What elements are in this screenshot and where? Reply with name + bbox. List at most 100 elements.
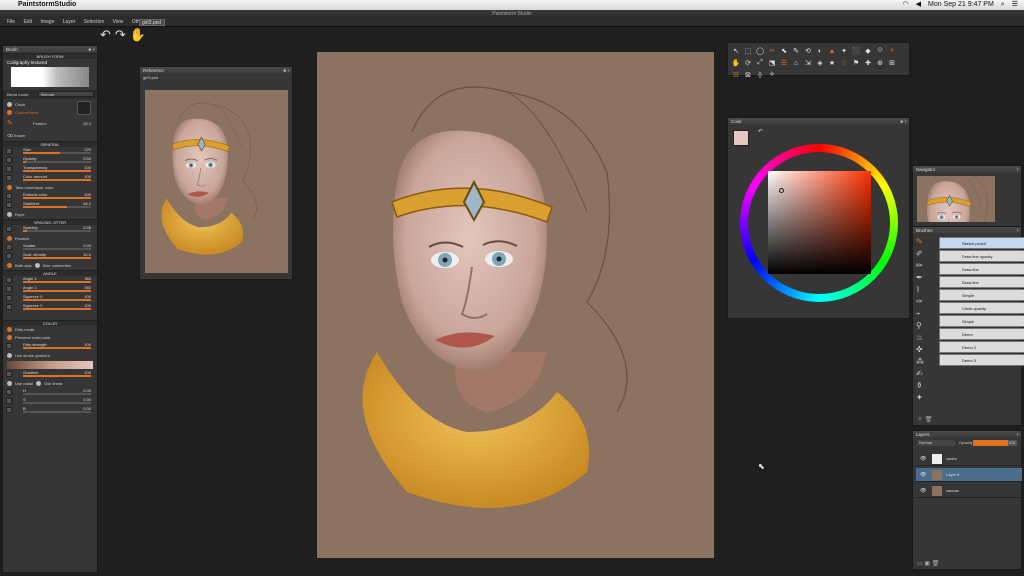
tool-icon-30[interactable]: ⟠ (755, 70, 765, 80)
color-picker-handle[interactable] (779, 188, 784, 193)
menu-edit[interactable]: Edit (23, 19, 32, 25)
spacing-slider-slider[interactable] (23, 230, 91, 232)
tool-icon-14[interactable]: ✋ (731, 58, 741, 68)
angle-slider-1-slider[interactable] (23, 290, 91, 292)
layer-row-1[interactable]: 👁 Layer 6 (916, 468, 1022, 482)
general-slider-2-checkbox[interactable] (6, 166, 12, 172)
swap-icon[interactable]: ↶ (758, 128, 763, 135)
both-axis-radio[interactable] (7, 263, 12, 269)
eye-icon[interactable]: 👁 (920, 484, 926, 498)
gradient-strip[interactable] (7, 361, 93, 369)
eraser-row[interactable]: ⌫ Eraser (3, 131, 97, 141)
eye-icon[interactable]: 👁 (920, 452, 926, 466)
spacing-slider[interactable]: Spacing 0.06 (3, 225, 97, 234)
angle-slider-3[interactable]: Squeeze Y 100 (3, 303, 97, 312)
wifi-icon[interactable]: ◠ (903, 0, 909, 10)
dirty-mode-radio[interactable] (7, 327, 12, 333)
mac-app-name[interactable]: PaintstormStudio (18, 0, 76, 10)
delete-brush-icon[interactable]: 🗑 (925, 417, 933, 423)
layers-close-icon[interactable]: × (1016, 431, 1019, 438)
fixation-radio[interactable] (7, 236, 12, 242)
tool-icon-22[interactable]: ★ (827, 58, 837, 68)
current-color-swatch[interactable] (733, 130, 749, 146)
dirty-strength-slider[interactable]: Dirty strength 100 (3, 342, 97, 351)
stroke-gradient-row[interactable]: Use stroke gradient (3, 351, 97, 360)
eye-icon[interactable]: 👁 (920, 468, 926, 482)
brush-category-icon-5[interactable]: ✑ (916, 297, 936, 309)
tool-icon-16[interactable]: ⤢ (755, 58, 765, 68)
general2-slider-1-slider[interactable] (23, 206, 91, 208)
rope-radio[interactable] (7, 212, 12, 218)
layer-row-0[interactable]: 👁 colors (916, 452, 1022, 466)
brush-item-5[interactable]: Circle opacity (939, 302, 1024, 314)
hsb-slider-0-checkbox[interactable] (6, 389, 12, 395)
hsb-slider-2-checkbox[interactable] (6, 407, 12, 413)
stroke-gradient-radio[interactable] (7, 353, 12, 359)
hsb-slider-1-slider[interactable] (23, 402, 91, 404)
menu-image[interactable]: Image (40, 19, 54, 25)
tool-icon-29[interactable]: ⊠ (743, 70, 753, 80)
tool-icon-8[interactable]: ▲ (827, 46, 837, 56)
add-brush-icon[interactable]: ＋ (917, 417, 923, 423)
tool-icon-2[interactable]: ◯ (755, 46, 765, 56)
brush-category-icon-6[interactable]: ⌁ (916, 309, 936, 321)
general-slider-0[interactable]: Size 220 (3, 147, 97, 156)
general2-slider-0-checkbox[interactable] (6, 193, 12, 199)
brush-category-icon-1[interactable]: ✐ (916, 249, 936, 261)
hsb-slider-1[interactable]: S 0.00 (3, 397, 97, 406)
general2-slider-1-checkbox[interactable] (6, 202, 12, 208)
general2-slider-0-slider[interactable] (23, 197, 91, 199)
general-slider-3[interactable]: Color amount 100 (3, 174, 97, 183)
tool-icon-12[interactable]: ⟐ (875, 46, 885, 56)
tool-icon-28[interactable]: ⊟ (731, 70, 741, 80)
general-slider-3-checkbox[interactable] (6, 175, 12, 181)
tool-icon-19[interactable]: ⌂ (791, 58, 801, 68)
general-slider-0-checkbox[interactable] (6, 148, 12, 154)
brushes-close-icon[interactable]: × (1016, 227, 1019, 234)
take-under-radio[interactable] (7, 185, 12, 191)
tool-icon-0[interactable]: ↖ (731, 46, 741, 56)
menu-file[interactable]: File (7, 19, 15, 25)
brush-item-3[interactable]: Draw line (939, 276, 1024, 288)
brush-item-6[interactable]: Simple (939, 315, 1024, 327)
dirty-strength-slider-checkbox[interactable] (6, 343, 12, 349)
take-under-row[interactable]: Take underlayer color (3, 183, 97, 192)
brush-item-4[interactable]: Simple (939, 289, 1024, 301)
color-close-icon[interactable]: ■ × (900, 118, 907, 125)
brush-category-icon-8[interactable]: ♨ (916, 333, 936, 345)
angle-slider-0-checkbox[interactable] (6, 277, 12, 283)
search-icon[interactable]: ⌕ (1001, 0, 1005, 10)
general-slider-1-checkbox[interactable] (6, 157, 12, 163)
menu-icon[interactable]: ☰ (1012, 0, 1018, 10)
angle-slider-2-checkbox[interactable] (6, 295, 12, 301)
use-radial-radio[interactable] (7, 381, 12, 387)
tool-icon-18[interactable]: ☰ (779, 58, 789, 68)
clock[interactable]: Mon Sep 21 9:47 PM (928, 0, 994, 10)
tool-icon-7[interactable]: ◐ (815, 46, 825, 56)
tool-icon-13[interactable]: ⌕ (887, 46, 897, 56)
tool-icon-25[interactable]: ✚ (863, 58, 873, 68)
brush-item-2[interactable]: Draw line (939, 263, 1024, 275)
menu-selection[interactable]: Selection (84, 19, 105, 25)
tool-icon-15[interactable]: ⟳ (743, 58, 753, 68)
new-layer-icon[interactable]: ▭ (917, 561, 923, 567)
general-slider-0-slider[interactable] (23, 152, 91, 154)
dirty-mode-row[interactable]: Dirty mode (3, 326, 97, 334)
custom-form-thumb[interactable] (77, 101, 91, 115)
tool-icon-6[interactable]: ⟲ (803, 46, 813, 56)
tool-icon-24[interactable]: ⚑ (851, 58, 861, 68)
preserve-row[interactable]: Preserve main color (3, 334, 97, 342)
scatter-slider-checkbox[interactable] (6, 244, 12, 250)
general2-slider-1[interactable]: Stabilizer 64.2 (3, 201, 97, 210)
size-connection-radio[interactable] (34, 263, 40, 269)
brush-category-icon-4[interactable]: ⌇ (916, 285, 936, 297)
volume-icon[interactable]: ◀ (916, 0, 921, 10)
angle-slider-0-slider[interactable] (23, 281, 91, 283)
hsb-slider-2-slider[interactable] (23, 411, 91, 413)
saturation-brightness-square[interactable] (768, 171, 871, 274)
tool-icon-17[interactable]: ⬔ (767, 58, 777, 68)
drawing-canvas[interactable] (317, 52, 714, 558)
tool-icon-1[interactable]: ⬚ (743, 46, 753, 56)
hsb-slider-0-slider[interactable] (23, 393, 91, 395)
tool-icon-23[interactable]: ☆ (839, 58, 849, 68)
